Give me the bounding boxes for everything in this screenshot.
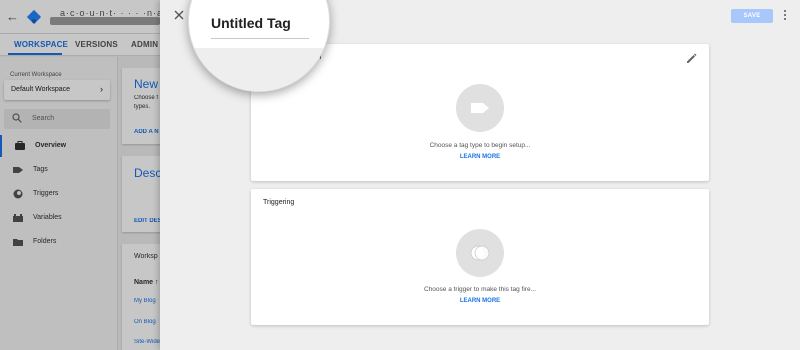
learn-more-link[interactable]: LEARN MORE (251, 298, 709, 304)
pencil-icon[interactable] (686, 53, 697, 64)
magnifier-callout: Untitled Tag (188, 0, 330, 92)
tag-icon (471, 103, 489, 113)
close-icon[interactable] (172, 8, 186, 22)
triggering-section[interactable]: Triggering Choose a trigger to make this… (251, 189, 709, 325)
more-vert-icon[interactable] (782, 8, 788, 24)
save-button[interactable]: SAVE (731, 9, 773, 23)
trigger-placeholder[interactable] (456, 229, 504, 277)
learn-more-link[interactable]: LEARN MORE (251, 154, 709, 160)
trigger-icon (470, 245, 490, 261)
magnified-background (189, 48, 329, 91)
helper-text: Choose a tag type to begin setup... (429, 142, 531, 149)
title-underline (211, 38, 309, 39)
helper-text: Choose a trigger to make this tag fire..… (424, 286, 536, 293)
tag-name-title[interactable]: Untitled Tag (211, 15, 291, 31)
section-title: Triggering (263, 199, 295, 206)
tag-type-placeholder[interactable] (456, 84, 504, 132)
modal-scrim[interactable] (0, 0, 160, 350)
